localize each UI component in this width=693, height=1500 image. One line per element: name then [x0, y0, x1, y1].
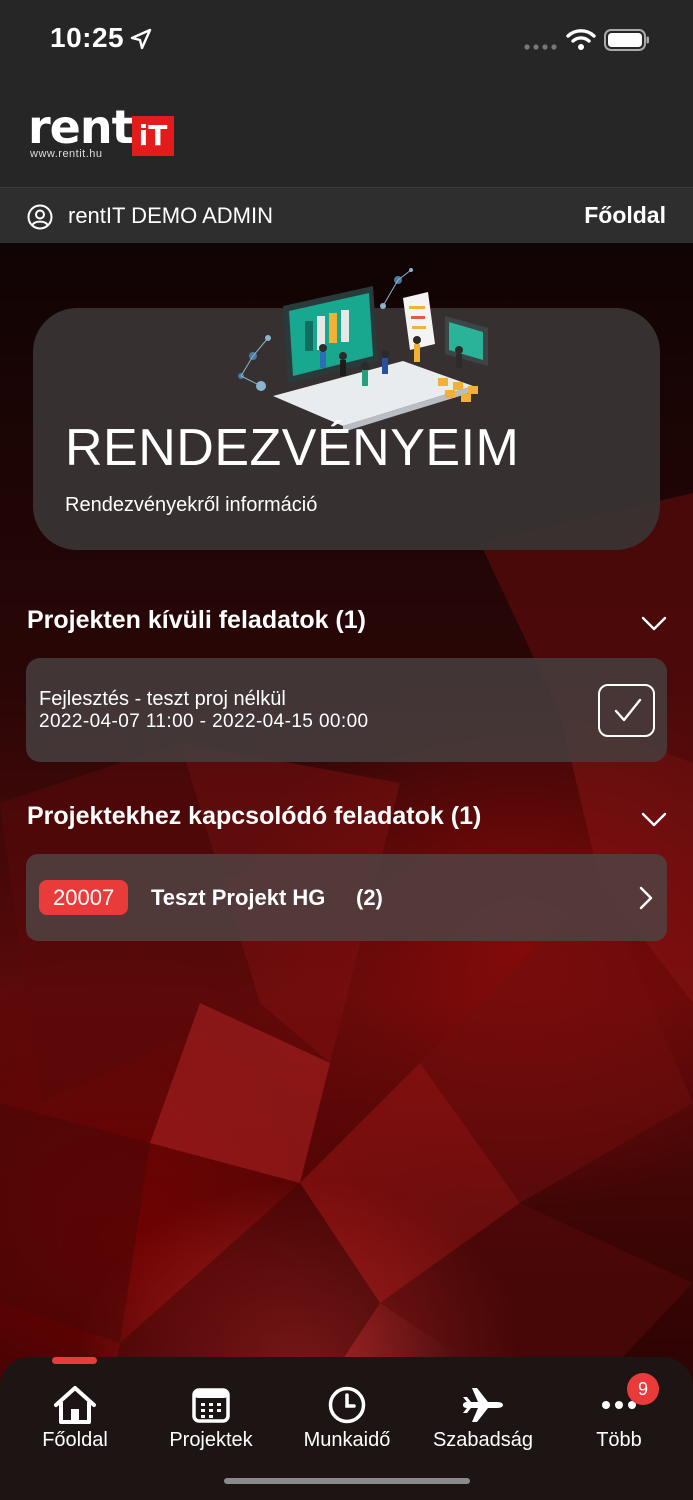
- active-tab-indicator: [52, 1357, 97, 1364]
- user-bar: rentIT DEMO ADMIN Főoldal: [0, 187, 693, 243]
- tab-vacation-label: Szabadság: [432, 1429, 534, 1451]
- tab-vacation[interactable]: Szabadság: [415, 1385, 551, 1452]
- calendar-icon: [192, 1388, 230, 1423]
- home-indicator[interactable]: [224, 1478, 470, 1484]
- status-time: 10:25: [50, 22, 125, 53]
- checkmark-icon: [614, 698, 642, 722]
- rentit-logo[interactable]: rent iT www.rentit.hu: [28, 100, 178, 166]
- chevron-down-icon[interactable]: [641, 812, 667, 828]
- hero-subtitle: Rendezvényekről információ: [65, 494, 318, 516]
- app-header: rent iT www.rentit.hu: [0, 80, 693, 187]
- project-task-count: (2): [356, 885, 383, 910]
- logo-text: rent: [28, 100, 134, 154]
- chevron-down-icon[interactable]: [641, 616, 667, 632]
- user-name: rentIT DEMO ADMIN: [68, 203, 273, 228]
- task-title: Fejlesztés - teszt proj nélkül: [39, 688, 286, 710]
- status-bar: 10:25: [0, 0, 693, 80]
- home-link[interactable]: Főoldal: [584, 202, 666, 229]
- outside-tasks-header[interactable]: Projekten kívüli feladatok (1): [27, 606, 667, 646]
- location-arrow-icon: [130, 28, 152, 50]
- project-tasks-header[interactable]: Projektekhez kapcsolódó feladatok (1): [27, 802, 667, 842]
- logo-url: www.rentit.hu: [30, 148, 103, 160]
- tab-projects[interactable]: Projektek: [143, 1385, 279, 1452]
- project-card[interactable]: 20007 Teszt Projekt HG (2): [26, 854, 667, 941]
- logo-badge: iT: [132, 116, 174, 156]
- project-id-badge: 20007: [39, 880, 129, 915]
- battery-icon: [604, 29, 649, 51]
- signal-icon: [524, 44, 557, 50]
- task-card[interactable]: Fejlesztés - teszt proj nélkül 2022-04-0…: [26, 658, 667, 762]
- home-icon: [54, 1386, 96, 1424]
- tab-more[interactable]: Több 9: [551, 1373, 687, 1452]
- hero-title: RENDEZVÉNYEIM: [65, 419, 520, 477]
- tab-worktime[interactable]: Munkaidő: [279, 1385, 415, 1452]
- user-circle-icon: [27, 204, 53, 230]
- tab-home-label: Főoldal: [42, 1429, 108, 1451]
- events-illustration: [238, 268, 488, 432]
- tab-worktime-label: Munkaidő: [303, 1429, 391, 1451]
- notification-badge: 9: [627, 1373, 659, 1405]
- clock-icon: [328, 1386, 366, 1424]
- tab-home[interactable]: Főoldal: [7, 1385, 143, 1452]
- airplane-icon: [463, 1388, 503, 1422]
- tab-more-label: Több: [596, 1429, 642, 1451]
- task-complete-checkbox[interactable]: [598, 684, 655, 737]
- wifi-icon: [566, 29, 596, 50]
- chevron-right-icon: [639, 886, 653, 910]
- section-title: Projekten kívüli feladatok (1): [27, 606, 366, 634]
- tab-projects-label: Projektek: [169, 1429, 253, 1451]
- task-date: 2022-04-07 11:00 - 2022-04-15 00:00: [39, 711, 369, 732]
- section-title: Projektekhez kapcsolódó feladatok (1): [27, 802, 482, 830]
- project-name: Teszt Projekt HG: [151, 885, 326, 910]
- events-hero-card[interactable]: RENDEZVÉNYEIM Rendezvényekről információ: [33, 268, 660, 550]
